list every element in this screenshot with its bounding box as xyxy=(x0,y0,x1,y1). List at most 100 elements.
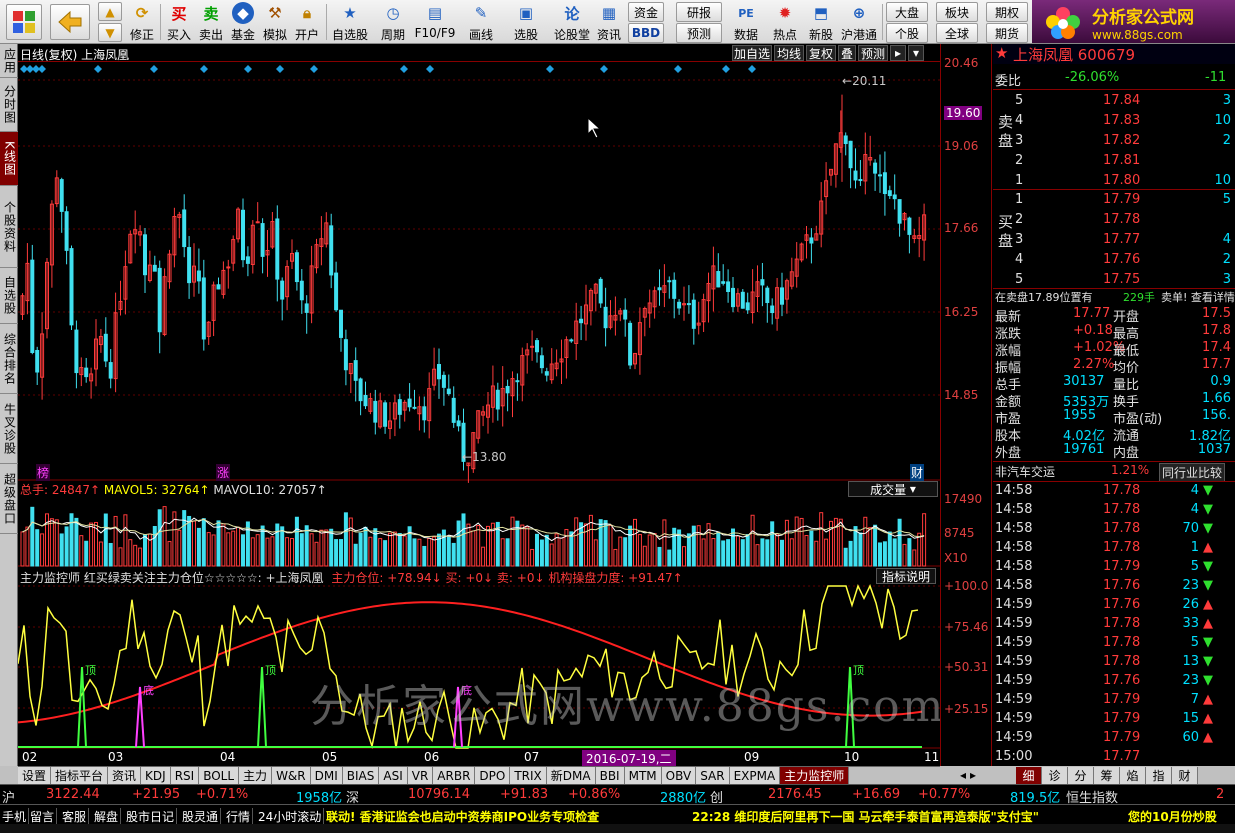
toolbar-hot[interactable]: ✹ 热点 xyxy=(768,0,802,43)
toolbar-sector[interactable]: 板块 xyxy=(936,2,978,22)
news-tab[interactable]: 股市日记 xyxy=(124,808,178,824)
toolbar-f10[interactable]: ▤ F10/F9 xyxy=(414,0,456,43)
toolbar-global[interactable]: 全球 xyxy=(936,23,978,43)
toolbar-news[interactable]: ▦ 资讯 xyxy=(594,0,624,43)
volume-type-select[interactable]: 成交量 ▾ xyxy=(848,481,938,497)
indicator-tab[interactable]: 指标平台 xyxy=(51,767,109,784)
indicator-tab[interactable]: DPO xyxy=(475,767,511,784)
zhang-marker[interactable]: 涨 xyxy=(216,464,231,481)
adjust-button[interactable]: 复权 xyxy=(806,45,836,61)
overlay-button[interactable]: 叠 xyxy=(838,45,856,61)
sell-level-row[interactable]: 4 17.83 10 xyxy=(993,112,1235,132)
left-tab-profile[interactable]: 个股资料 xyxy=(0,186,18,268)
news-ticker-2[interactable]: 22:28 维印度后阿里再下一国 马云牵手泰首富再造泰版"支付宝" xyxy=(692,808,1039,824)
indicator-tab[interactable]: BOLL xyxy=(199,767,240,784)
indicator-tab[interactable]: ASI xyxy=(379,767,408,784)
toolbar-ipo[interactable]: ⬒ 新股 xyxy=(804,0,838,43)
toolbar-hkconnect[interactable]: ⊕ 沪港通 xyxy=(840,0,878,43)
indicator-tab[interactable]: OBV xyxy=(661,767,697,784)
right-tab[interactable]: 细 xyxy=(1016,766,1043,784)
cai-marker[interactable]: 财 xyxy=(910,464,925,481)
buy-level-row[interactable]: 4 17.76 2 xyxy=(993,251,1235,271)
bang-marker[interactable]: 榜 xyxy=(36,464,51,481)
left-tab-kline[interactable]: K线图 xyxy=(0,132,18,186)
indicator-tab[interactable]: VR xyxy=(407,767,434,784)
buy-level-row[interactable]: 1 17.79 5 xyxy=(993,191,1235,211)
left-tab-ranking[interactable]: 综合排名 xyxy=(0,324,18,394)
toolbar-futures[interactable]: 期货 xyxy=(986,23,1028,43)
toolbar-stock[interactable]: 个股 xyxy=(886,23,928,43)
indicator-tab[interactable]: W&R xyxy=(272,767,311,784)
right-tab[interactable]: 分 xyxy=(1068,766,1095,784)
chart-dropdown-button[interactable]: ▾ xyxy=(908,45,924,61)
indicator-tab[interactable]: 主力监控师 xyxy=(780,767,850,784)
indicator-help-button[interactable]: 指标说明 xyxy=(876,568,936,584)
toolbar-period[interactable]: ◷ 周期 xyxy=(374,0,412,43)
buy-level-row[interactable]: 2 17.78 xyxy=(993,211,1235,231)
scroll-right-icon[interactable]: ▸ xyxy=(970,768,976,782)
indicator-tab[interactable]: KDJ xyxy=(141,767,171,784)
indicator-tab[interactable]: EXPMA xyxy=(729,767,781,784)
chart-menu-button[interactable]: ▸ xyxy=(890,45,906,61)
toolbar-open[interactable]: 🔒︎ 开户 xyxy=(292,0,322,43)
news-tab[interactable]: 留言 xyxy=(28,808,58,824)
forecast-button[interactable]: 预测 xyxy=(858,45,888,61)
toolbar-watchlist[interactable]: ★ 自选股 xyxy=(330,0,370,43)
indicator-tab[interactable]: MTM xyxy=(624,767,662,784)
toolbar-forecast[interactable]: 预测 xyxy=(676,23,722,43)
toolbar-buy[interactable]: 买买入 xyxy=(164,0,194,43)
left-tab-diagnose[interactable]: 牛叉诊股 xyxy=(0,394,18,464)
news-tab[interactable]: 行情 xyxy=(224,808,254,824)
news-ticker-1[interactable]: 联动! 香港证监会也启动中资券商IPO业务专项检查 xyxy=(326,808,599,824)
left-tab-super-quote[interactable]: 超级盘口 xyxy=(0,464,18,534)
news-ticker-3[interactable]: 您的10月份炒股 xyxy=(1128,808,1217,824)
indicator-tab[interactable]: DMI xyxy=(310,767,343,784)
back-button[interactable] xyxy=(50,4,90,40)
news-tab[interactable]: 客服 xyxy=(60,808,90,824)
sector-compare-button[interactable]: 同行业比较 xyxy=(1159,463,1226,482)
left-tab-timeshare[interactable]: 分时图 xyxy=(0,78,18,132)
toolbar-options[interactable]: 期权 xyxy=(986,2,1028,22)
sell-level-row[interactable]: 5 17.84 3 xyxy=(993,92,1235,112)
toolbar-sim[interactable]: ⚒ 模拟 xyxy=(260,0,290,43)
toolbar-capital[interactable]: 资金 xyxy=(628,2,664,22)
scroll-left-icon[interactable]: ◂ xyxy=(960,768,966,782)
toolbar-market[interactable]: 大盘 xyxy=(886,2,928,22)
toolbar-research[interactable]: 研报 xyxy=(676,2,722,22)
news-tab[interactable]: 解盘 xyxy=(92,808,122,824)
indicator-tab[interactable]: 新DMA xyxy=(546,767,596,784)
buy-level-row[interactable]: 3 17.77 4 xyxy=(993,231,1235,251)
left-tab-apps[interactable]: 应用 xyxy=(0,44,18,78)
indicator-tab[interactable]: RSI xyxy=(170,767,200,784)
indicator-tab[interactable]: 资讯 xyxy=(108,767,142,784)
order-notice[interactable]: 在卖盘17.89位置有 229手 卖单! 查看详情 xyxy=(993,288,1235,308)
up-button[interactable]: ▲ xyxy=(98,2,122,21)
indicator-tab[interactable]: 设置 xyxy=(18,767,52,784)
home-button[interactable] xyxy=(6,4,42,40)
add-watch-button[interactable]: 加自选 xyxy=(732,45,772,61)
ma-button[interactable]: 均线 xyxy=(774,45,804,61)
indicator-tab[interactable]: 主力 xyxy=(239,767,273,784)
news-tab[interactable]: 手机 xyxy=(0,808,30,824)
right-tab[interactable]: 指 xyxy=(1146,766,1173,784)
kline-chart[interactable]: 顶顶顶底底 xyxy=(18,62,940,766)
toolbar-fund[interactable]: ◆ 基金 xyxy=(228,0,258,43)
indicator-tab[interactable]: BIAS xyxy=(342,767,380,784)
news-tab[interactable]: 股灵通 xyxy=(180,808,222,824)
toolbar-bbd[interactable]: BBD xyxy=(628,23,664,43)
left-tab-watchlist[interactable]: 自选股 xyxy=(0,268,18,324)
toolbar-data[interactable]: PE 数据 xyxy=(728,0,764,43)
down-button[interactable]: ▼ xyxy=(98,23,122,42)
toolbar-sell[interactable]: 卖卖出 xyxy=(196,0,226,43)
right-tab[interactable]: 筹 xyxy=(1094,766,1121,784)
right-tab[interactable]: 焰 xyxy=(1120,766,1147,784)
indicator-tab[interactable]: SAR xyxy=(696,767,730,784)
sell-level-row[interactable]: 3 17.82 2 xyxy=(993,132,1235,152)
indicator-tab[interactable]: TRIX xyxy=(510,767,547,784)
right-tab[interactable]: 财 xyxy=(1172,766,1199,784)
right-tab[interactable]: 诊 xyxy=(1042,766,1069,784)
toolbar-select[interactable]: ▣ 选股 xyxy=(506,0,546,43)
sell-level-row[interactable]: 2 17.81 xyxy=(993,152,1235,172)
news-tab[interactable]: 24小时滚动 xyxy=(256,808,325,824)
toolbar-forum[interactable]: 论论股堂 xyxy=(552,0,592,43)
